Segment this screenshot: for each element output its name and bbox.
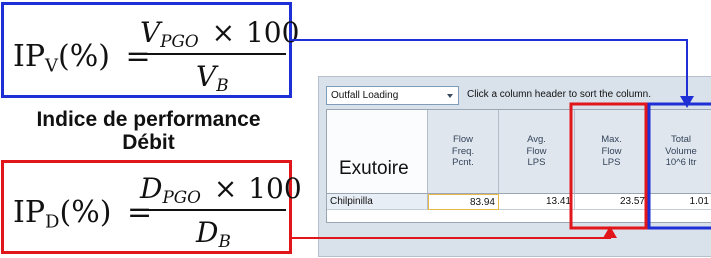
volume-den-var: V: [196, 60, 217, 93]
debit-den-var: D: [196, 216, 219, 249]
debit-numerator: DPGO × 100: [140, 175, 302, 206]
row-header-chilpinilla[interactable]: Chilpinilla: [327, 194, 428, 210]
volume-lhs-unit: (%): [58, 39, 110, 74]
volume-fraction-bar: [139, 53, 286, 55]
volume-lhs-base: IP: [13, 39, 46, 74]
volume-formula-box: IPV(%) = VPGO × 100 VB: [1, 2, 299, 98]
volume-formula-lhs: IPV(%) =: [13, 42, 151, 75]
column-header-total-volume[interactable]: Total Volume 10^6 ltr: [649, 110, 711, 194]
debit-num-const: 100: [248, 172, 302, 205]
column-header-flow-freq[interactable]: Flow Freq. Pcnt.: [428, 110, 499, 194]
debit-formula-lhs: IPD(%) =: [13, 198, 152, 231]
row-header-title: Exutoire: [339, 158, 409, 179]
volume-num-const: 100: [245, 16, 300, 49]
column-header-label: Total Volume 10^6 ltr: [665, 133, 697, 169]
debit-den-sub: B: [218, 231, 231, 252]
chevron-down-icon[interactable]: [444, 89, 456, 102]
column-header-avg-flow[interactable]: Avg. Flow LPS: [499, 110, 575, 194]
debit-num-sub: PGO: [162, 187, 201, 208]
volume-num-var: V: [140, 16, 161, 49]
column-header-label: Max. Flow LPS: [601, 133, 622, 169]
report-type-dropdown[interactable]: Outfall Loading: [326, 86, 459, 105]
volume-numerator: VPGO × 100: [140, 19, 299, 50]
debit-formula-box: IPD(%) = DPGO × 100 DB: [1, 160, 302, 254]
heading-line1: Indice de performance: [36, 108, 261, 131]
cell-avg-flow[interactable]: 13.41: [499, 194, 575, 210]
column-header-label: Flow Freq. Pcnt.: [451, 133, 475, 169]
cell-max-flow[interactable]: 23.57: [575, 194, 649, 210]
sort-hint: Click a column header to sort the column…: [467, 89, 651, 100]
debit-fraction-bar: [139, 209, 286, 211]
cell-total-volume[interactable]: 1.01: [649, 194, 711, 210]
debit-denominator: DB: [196, 219, 231, 250]
volume-times: ×: [211, 16, 236, 49]
outfall-table-panel: Outfall Loading Click a column header to…: [318, 76, 711, 257]
volume-lhs-sub: V: [45, 55, 59, 77]
table-corner-header: Exutoire: [327, 110, 428, 194]
debit-times: ×: [213, 172, 238, 205]
report-type-value: Outfall Loading: [331, 90, 399, 101]
volume-denominator: VB: [196, 63, 229, 94]
outfall-results-table: Exutoire Flow Freq. Pcnt. Avg. Flow LPS …: [326, 109, 711, 223]
debit-lhs-base: IP: [13, 195, 46, 230]
column-header-label: Avg. Flow LPS: [526, 133, 547, 169]
debit-lhs-sub: D: [45, 211, 60, 233]
column-header-max-flow[interactable]: Max. Flow LPS: [575, 110, 649, 194]
volume-num-sub: PGO: [160, 31, 199, 52]
section-heading: Indice de performance Débit: [0, 108, 297, 154]
volume-den-sub: B: [216, 75, 229, 96]
heading-line2: Débit: [122, 131, 175, 155]
debit-lhs-unit: (%): [59, 195, 112, 230]
cell-flow-freq[interactable]: 83.94: [428, 194, 499, 210]
debit-num-var: D: [140, 172, 163, 205]
